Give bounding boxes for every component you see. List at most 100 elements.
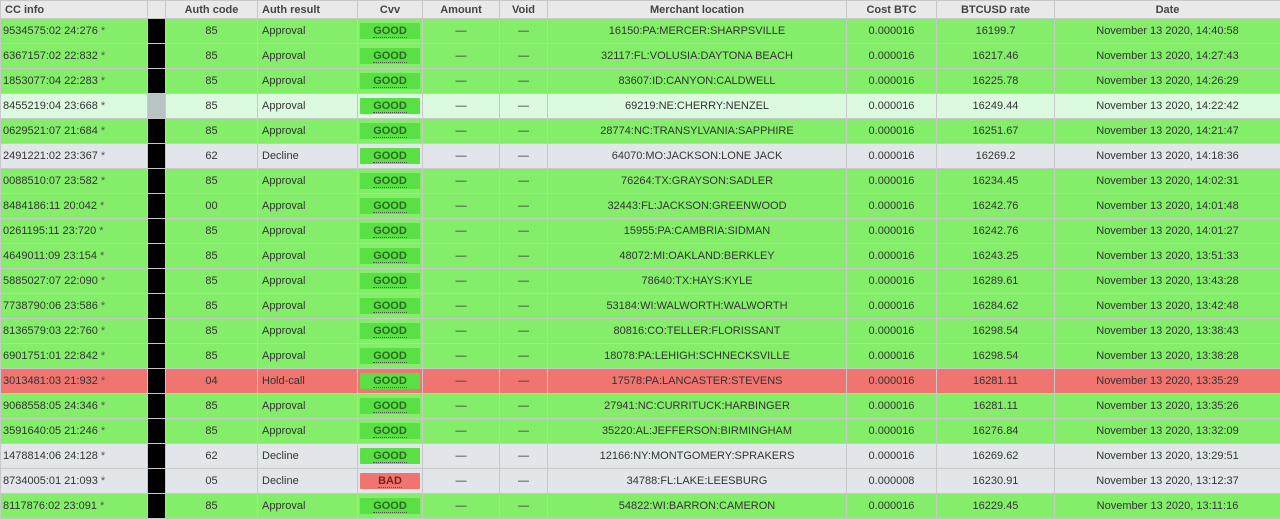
cc-info-cell[interactable]: 7738790:06 23:586* (1, 294, 148, 319)
table-row[interactable]: 3591640:05 21:246*85ApprovalGOOD——35220:… (1, 419, 1280, 444)
table-row[interactable]: 0629521:07 21:684*85ApprovalGOOD——28774:… (1, 119, 1280, 144)
cvv-status-badge[interactable]: GOOD (360, 23, 420, 39)
cc-info-cell[interactable]: 0629521:07 21:684* (1, 119, 148, 144)
column-header-merchant-location[interactable]: Merchant location (548, 1, 847, 19)
cc-info-cell[interactable]: 6901751:01 22:842* (1, 344, 148, 369)
auth-result-cell: Approval (258, 94, 358, 119)
cvv-status-badge[interactable]: GOOD (360, 223, 420, 239)
star-icon[interactable]: * (100, 500, 104, 512)
table-row[interactable]: 2491221:02 23:367*62DeclineGOOD——64070:M… (1, 144, 1280, 169)
star-icon[interactable]: * (99, 225, 103, 237)
star-icon[interactable]: * (100, 200, 104, 212)
star-icon[interactable]: * (101, 375, 105, 387)
column-header-auth-code[interactable]: Auth code (166, 1, 258, 19)
column-header-date[interactable]: Date (1055, 1, 1280, 19)
merchant-location-cell: 34788:FL:LAKE:LEESBURG (548, 469, 847, 494)
cc-info-cell[interactable]: 8455219:04 23:668* (1, 94, 148, 119)
column-header-cost-btc[interactable]: Cost BTC (847, 1, 937, 19)
cvv-status-badge[interactable]: GOOD (360, 148, 420, 164)
star-icon[interactable]: * (101, 350, 105, 362)
star-icon[interactable]: * (101, 325, 105, 337)
table-row[interactable]: 9534575:02 24:276*85ApprovalGOOD——16150:… (1, 19, 1280, 44)
amount-cell: — (423, 294, 500, 319)
cc-info-cell[interactable]: 8117876:02 23:091* (1, 494, 148, 519)
star-icon[interactable]: * (101, 25, 105, 37)
cvv-status-badge[interactable]: GOOD (360, 373, 420, 389)
cc-info-cell[interactable]: 4649011:09 23:154* (1, 244, 148, 269)
void-cell: — (500, 444, 548, 469)
cc-info-cell[interactable]: 9068558:05 24:346* (1, 394, 148, 419)
star-icon[interactable]: * (101, 475, 105, 487)
cvv-status-badge[interactable]: GOOD (360, 48, 420, 64)
star-icon[interactable]: * (100, 250, 104, 262)
table-row[interactable]: 3013481:03 21:932*04Hold-callGOOD——17578… (1, 369, 1280, 394)
cvv-status-badge[interactable]: GOOD (360, 398, 420, 414)
cvv-status-badge[interactable]: GOOD (360, 323, 420, 339)
column-header-void[interactable]: Void (500, 1, 548, 19)
table-row[interactable]: 7738790:06 23:586*85ApprovalGOOD——53184:… (1, 294, 1280, 319)
star-icon[interactable]: * (101, 425, 105, 437)
column-header-cc-info[interactable]: CC info (1, 1, 148, 19)
star-icon[interactable]: * (101, 75, 105, 87)
cc-info-cell[interactable]: 6367157:02 22:832* (1, 44, 148, 69)
table-row[interactable]: 1853077:04 22:283*85ApprovalGOOD——83607:… (1, 69, 1280, 94)
auth-code-cell: 85 (166, 44, 258, 69)
cvv-status-badge[interactable]: GOOD (360, 298, 420, 314)
auth-result-cell: Approval (258, 344, 358, 369)
cc-info-cell[interactable]: 1478814:06 24:128* (1, 444, 148, 469)
column-header-btcusd-rate[interactable]: BTCUSD rate (937, 1, 1055, 19)
table-row[interactable]: 1478814:06 24:128*62DeclineGOOD——12166:N… (1, 444, 1280, 469)
auth-code-cell: 62 (166, 144, 258, 169)
cc-info-cell[interactable]: 8136579:03 22:760* (1, 319, 148, 344)
star-icon[interactable]: * (101, 275, 105, 287)
table-row[interactable]: 0088510:07 23:582*85ApprovalGOOD——76264:… (1, 169, 1280, 194)
cvv-status-badge[interactable]: GOOD (360, 423, 420, 439)
table-row[interactable]: 8455219:04 23:668*85ApprovalGOOD——69219:… (1, 94, 1280, 119)
cvv-status-badge[interactable]: GOOD (360, 248, 420, 264)
cvv-status-badge[interactable]: GOOD (360, 198, 420, 214)
table-row[interactable]: 8136579:03 22:760*85ApprovalGOOD——80816:… (1, 319, 1280, 344)
cc-info-cell[interactable]: 2491221:02 23:367* (1, 144, 148, 169)
btcusd-rate-cell: 16276.84 (937, 419, 1055, 444)
star-icon[interactable]: * (101, 100, 105, 112)
cc-info-cell[interactable]: 8484186:11 20:042* (1, 194, 148, 219)
cc-info-cell[interactable]: 8734005:01 21:093* (1, 469, 148, 494)
table-row[interactable]: 5885027:07 22:090*85ApprovalGOOD——78640:… (1, 269, 1280, 294)
cvv-status-badge[interactable]: GOOD (360, 273, 420, 289)
star-icon[interactable]: * (101, 300, 105, 312)
cvv-status-badge[interactable]: GOOD (360, 348, 420, 364)
table-row[interactable]: 6367157:02 22:832*85ApprovalGOOD——32117:… (1, 44, 1280, 69)
cvv-status-badge[interactable]: GOOD (360, 173, 420, 189)
table-row[interactable]: 8117876:02 23:091*85ApprovalGOOD——54822:… (1, 494, 1280, 519)
column-header-amount[interactable]: Amount (423, 1, 500, 19)
masked-cell (148, 19, 166, 44)
star-icon[interactable]: * (101, 150, 105, 162)
star-icon[interactable]: * (101, 400, 105, 412)
column-header-cvv[interactable]: Cvv (358, 1, 423, 19)
cvv-status-badge[interactable]: GOOD (360, 73, 420, 89)
cvv-status-badge[interactable]: BAD (360, 473, 420, 489)
table-row[interactable]: 4649011:09 23:154*85ApprovalGOOD——48072:… (1, 244, 1280, 269)
table-row[interactable]: 8484186:11 20:042*00ApprovalGOOD——32443:… (1, 194, 1280, 219)
cc-info-cell[interactable]: 9534575:02 24:276* (1, 19, 148, 44)
cc-info-cell[interactable]: 5885027:07 22:090* (1, 269, 148, 294)
cc-info-cell[interactable]: 3591640:05 21:246* (1, 419, 148, 444)
star-icon[interactable]: * (101, 125, 105, 137)
cvv-status-badge[interactable]: GOOD (360, 98, 420, 114)
star-icon[interactable]: * (101, 50, 105, 62)
cc-info-text: 2491221:02 23:367 (3, 150, 98, 162)
cc-info-cell[interactable]: 0261195:11 23:720* (1, 219, 148, 244)
table-row[interactable]: 0261195:11 23:720*85ApprovalGOOD——15955:… (1, 219, 1280, 244)
cc-info-cell[interactable]: 0088510:07 23:582* (1, 169, 148, 194)
table-row[interactable]: 8734005:01 21:093*05DeclineBAD——34788:FL… (1, 469, 1280, 494)
table-row[interactable]: 6901751:01 22:842*85ApprovalGOOD——18078:… (1, 344, 1280, 369)
cvv-status-badge[interactable]: GOOD (360, 498, 420, 514)
star-icon[interactable]: * (101, 450, 105, 462)
cvv-status-badge[interactable]: GOOD (360, 448, 420, 464)
star-icon[interactable]: * (101, 175, 105, 187)
table-row[interactable]: 9068558:05 24:346*85ApprovalGOOD——27941:… (1, 394, 1280, 419)
cc-info-cell[interactable]: 3013481:03 21:932* (1, 369, 148, 394)
cvv-status-badge[interactable]: GOOD (360, 123, 420, 139)
cc-info-cell[interactable]: 1853077:04 22:283* (1, 69, 148, 94)
column-header-auth-result[interactable]: Auth result (258, 1, 358, 19)
